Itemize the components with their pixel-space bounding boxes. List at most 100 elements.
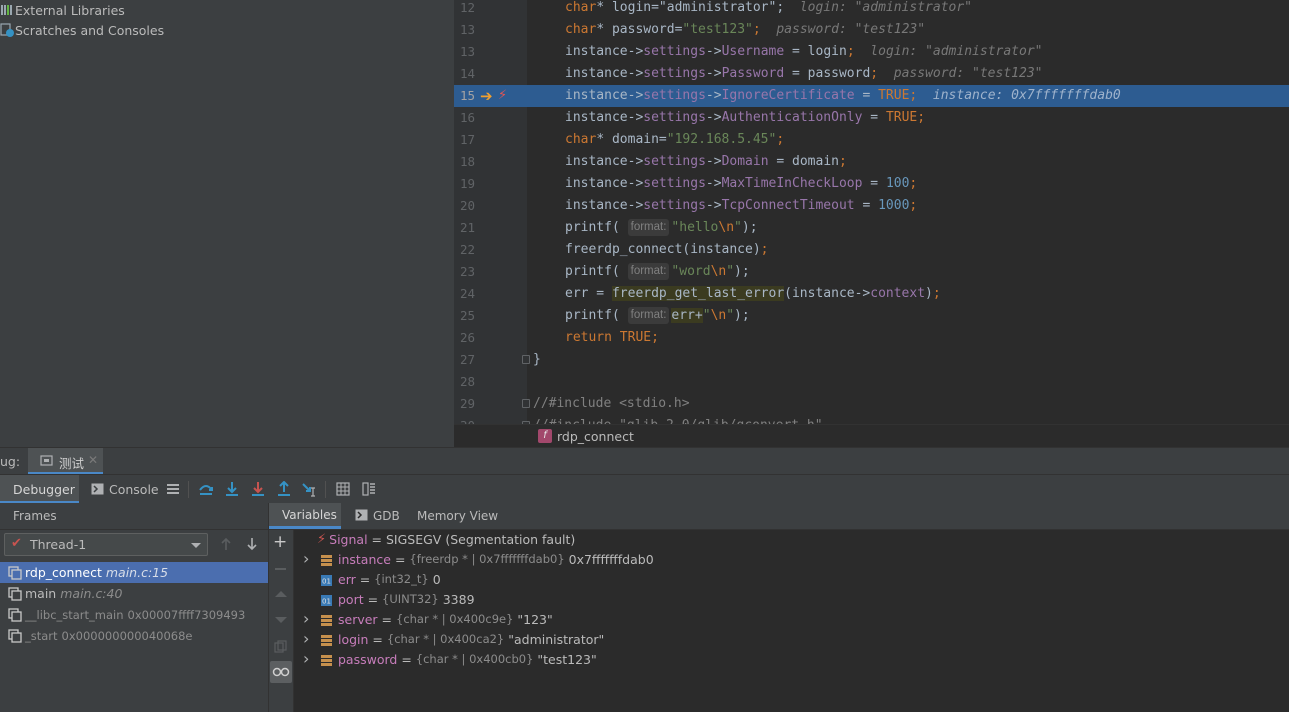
trace-icon[interactable] xyxy=(361,481,377,497)
remove-watch-icon[interactable] xyxy=(275,568,286,570)
inline-debug-value: instance: 0x7fffffffdab0 xyxy=(917,88,1121,103)
code-line[interactable]: 13 instance->settings->Username = login; … xyxy=(454,41,1289,63)
chevron-right-icon[interactable]: › xyxy=(303,551,317,567)
code-editor[interactable]: 12 char* login="administrator"; login: "a… xyxy=(454,0,1289,447)
tree-item-external-libraries[interactable]: External Libraries xyxy=(0,0,125,20)
chevron-right-icon[interactable]: › xyxy=(303,651,317,667)
frame-down-icon[interactable] xyxy=(245,536,259,555)
code-line[interactable]: 22 freerdp_connect(instance); xyxy=(454,239,1289,261)
stack-frame[interactable]: _start 0x000000000040068e xyxy=(0,625,268,646)
code-text: instance->settings->IgnoreCertificate = … xyxy=(565,85,1121,107)
variable-type: {char * | 0x400cb0} xyxy=(415,652,534,666)
fold-marker-icon[interactable] xyxy=(522,399,530,408)
frames-header: Frames xyxy=(0,503,268,530)
signal-row[interactable]: ⚡ Signal = SIGSEGV (Segmentation fault) xyxy=(317,529,575,549)
code-line[interactable]: 29 //#include <stdio.h> xyxy=(454,393,1289,415)
copy-icon[interactable] xyxy=(274,640,288,657)
layout-menu-icon[interactable] xyxy=(165,481,181,497)
parameter-hint: format: xyxy=(627,263,670,280)
move-down-icon[interactable] xyxy=(275,617,287,623)
variable-row[interactable]: › login = {char * | 0x400ca2} "administra… xyxy=(303,629,604,649)
code-line[interactable]: 20 instance->settings->TcpConnectTimeout … xyxy=(454,195,1289,217)
line-number: 22 xyxy=(459,242,475,257)
variable-row[interactable]: › instance = {freerdp * | 0x7fffffffdab0}… xyxy=(303,549,654,569)
debug-tool-window-header: ug: 测试 ✕ xyxy=(0,447,1289,475)
thread-selector[interactable]: ✔ Thread-1 xyxy=(4,533,208,556)
step-over-icon[interactable] xyxy=(198,481,214,497)
code-token: * domain= xyxy=(596,132,667,147)
code-line[interactable]: 27} xyxy=(454,349,1289,371)
tab-variables[interactable]: Variables xyxy=(269,503,341,529)
tab-console[interactable]: Console xyxy=(91,475,163,504)
code-token: \n xyxy=(710,308,727,323)
fold-marker-icon[interactable] xyxy=(522,355,530,364)
code-line[interactable]: 13 char* password="test123"; password: "t… xyxy=(454,19,1289,41)
code-token: \n xyxy=(718,220,735,235)
stack-frame[interactable]: __libc_start_main 0x00007ffff7309493 xyxy=(0,604,268,625)
code-text: err = freerdp_get_last_error(instance->c… xyxy=(565,283,941,305)
stack-frame[interactable]: main main.c:40 xyxy=(0,583,268,604)
force-step-into-icon[interactable] xyxy=(250,481,266,497)
variables-tabs: Variables GDB Memory View xyxy=(269,503,1289,530)
variable-row[interactable]: 01 port = {UINT32} 3389 xyxy=(303,589,475,609)
equals-sign: = xyxy=(363,591,383,607)
move-up-icon[interactable] xyxy=(275,591,287,597)
debug-config-tab[interactable]: 测试 ✕ xyxy=(28,448,103,475)
library-icon xyxy=(0,3,14,17)
variable-name: password xyxy=(338,651,398,667)
code-line[interactable]: 16 instance->settings->AuthenticationOnly… xyxy=(454,107,1289,129)
tree-item-scratches[interactable]: Scratches and Consoles xyxy=(0,20,164,40)
code-token: Password xyxy=(721,66,785,81)
parameter-hint: format: xyxy=(627,219,670,236)
variable-row[interactable]: › server = {char * | 0x400c9e} "123" xyxy=(303,609,553,629)
close-tab-icon[interactable]: ✕ xyxy=(88,453,98,467)
show-watches-icon[interactable] xyxy=(270,661,292,683)
variable-row[interactable]: 01 err = {int32_t} 0 xyxy=(303,569,441,589)
code-line[interactable]: 25 printf( format: err+"\n"); xyxy=(454,305,1289,327)
signal-icon: ⚡ xyxy=(317,531,327,547)
add-watch-icon[interactable]: + xyxy=(273,534,287,551)
run-to-cursor-icon[interactable] xyxy=(302,481,318,497)
code-line[interactable]: 12 char* login="administrator"; login: "a… xyxy=(454,0,1289,19)
code-token: * login="administrator"; xyxy=(596,0,785,15)
variable-type: {char * | 0x400c9e} xyxy=(396,612,514,626)
code-token: settings xyxy=(643,198,706,213)
code-token: TcpConnectTimeout xyxy=(721,198,855,213)
code-token: = xyxy=(854,88,879,103)
code-line-execution-point[interactable]: 15 ➔ ⚡ instance->settings->IgnoreCertificat… xyxy=(454,85,1289,107)
code-token: instance-> xyxy=(565,176,644,191)
tab-gdb-label: GDB xyxy=(373,509,400,523)
code-text: printf( format: "word\n"); xyxy=(565,261,750,283)
code-line[interactable]: 21 printf( format: "hello\n"); xyxy=(454,217,1289,239)
code-line[interactable]: 14 instance->settings->Password = passwor… xyxy=(454,63,1289,85)
struct-icon xyxy=(321,654,332,666)
frame-up-icon[interactable] xyxy=(219,536,233,555)
code-token: instance-> xyxy=(565,44,644,59)
exception-breakpoint-icon[interactable]: ⚡ xyxy=(498,85,507,107)
code-line[interactable]: 24 err = freerdp_get_last_error(instance-… xyxy=(454,283,1289,305)
code-token: printf( xyxy=(565,264,628,279)
step-into-icon[interactable] xyxy=(224,481,240,497)
stack-frame[interactable]: rdp_connect main.c:15 xyxy=(0,562,268,583)
code-token: settings xyxy=(643,154,706,169)
code-line[interactable]: 17 char* domain="192.168.5.45"; xyxy=(454,129,1289,151)
breadcrumb[interactable]: f rdp_connect xyxy=(454,424,1289,447)
code-line[interactable]: 28 xyxy=(454,371,1289,393)
line-number: 19 xyxy=(459,176,475,191)
chevron-right-icon[interactable]: › xyxy=(303,631,317,647)
code-line[interactable]: 26 return TRUE; xyxy=(454,327,1289,349)
code-text: char* domain="192.168.5.45"; xyxy=(565,129,784,151)
code-token: -> xyxy=(705,44,722,59)
code-line[interactable]: 18 instance->settings->Domain = domain; xyxy=(454,151,1289,173)
variable-row[interactable]: › password = {char * | 0x400cb0} "test123… xyxy=(303,649,597,669)
code-line[interactable]: 23 printf( format: "word\n"); xyxy=(454,261,1289,283)
tab-memory-view[interactable]: Memory View xyxy=(417,503,498,529)
code-line[interactable]: 19 instance->settings->MaxTimeInCheckLoop… xyxy=(454,173,1289,195)
frame-icon xyxy=(8,565,22,580)
chevron-right-icon[interactable]: › xyxy=(303,611,317,627)
step-out-icon[interactable] xyxy=(276,480,292,497)
tab-debugger[interactable]: Debugger xyxy=(0,475,79,504)
code-token: ); xyxy=(741,220,758,235)
tab-gdb[interactable]: GDB xyxy=(355,503,400,529)
evaluate-expression-icon[interactable] xyxy=(335,481,351,497)
